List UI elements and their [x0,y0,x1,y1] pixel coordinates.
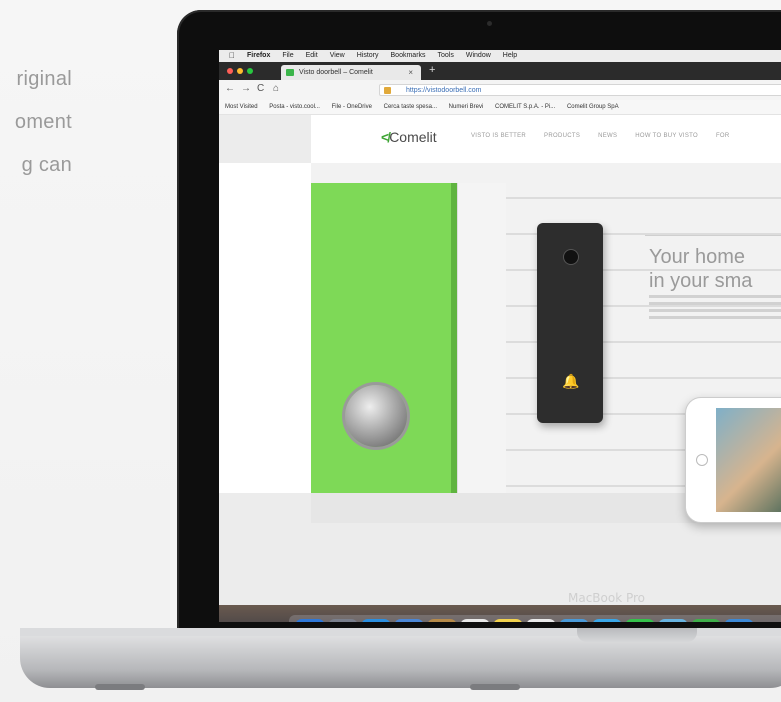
zoom-window-button[interactable] [247,68,253,74]
bookmark-item[interactable]: File - OneDrive [332,104,372,110]
bookmark-item[interactable]: Numeri Brevi [449,104,484,110]
apple-icon[interactable]:  [229,50,235,62]
dock: ☺✦◎✉▤18≡☰❁…▶⌖▮◆ [289,615,781,622]
site-nav-link[interactable]: FOR [716,133,730,139]
bell-icon: 🔔 [562,373,580,389]
headline-line: in your sma [649,270,753,292]
home-button-icon [696,454,708,466]
paragraph-line: oment [14,111,72,133]
menu-item[interactable]: Bookmarks [391,50,426,62]
site-nav-link[interactable]: HOW TO BUY VISTO [635,133,698,139]
calendar-icon[interactable]: 18 [460,619,490,622]
notes-icon[interactable]: ≡ [493,619,523,622]
site-header: ≮Comelit VISTO IS BETTER PRODUCTS NEWS H… [311,115,781,163]
address-text: https://vistodoorbell.com [406,87,482,94]
bookmark-item[interactable]: Comelit Group SpA [567,104,619,110]
facetime-icon[interactable]: ▶ [625,619,655,622]
webcam [487,21,492,26]
menu-item[interactable]: File [282,50,293,62]
browser-tab[interactable]: Visto doorbell – Comelit × [281,65,421,80]
tab-bar: Visto doorbell – Comelit × + [219,62,781,80]
laptop-screen:  Firefox File Edit View History Bookmar… [219,50,781,622]
smartphone-image [685,397,781,523]
safari-icon[interactable]: ◎ [361,619,391,622]
address-bar[interactable]: https://vistodoorbell.com [379,84,781,96]
cropped-paragraph: riginal oment g can [0,58,72,187]
back-button[interactable]: ← [225,83,235,94]
logo-text: Comelit [389,129,437,145]
family-photo [716,408,781,512]
door-frame [457,183,506,493]
menu-item[interactable]: History [357,50,379,62]
reload-button[interactable]: C [257,83,264,94]
hero-headline: Your home in your sma [649,245,752,293]
home-button[interactable]: ⌂ [273,83,279,94]
maps-icon[interactable]: ⌖ [658,619,688,622]
navigation-toolbar: ← → C ⌂ https://vistodoorbell.com [219,80,781,101]
doorbell-camera-icon [563,249,579,265]
lock-icon [384,87,391,94]
hero-paragraph [649,295,781,323]
paragraph-line: g can [21,154,72,176]
minimize-window-button[interactable] [237,68,243,74]
laptop-brand-label: MacBook Pro [568,591,646,605]
comelit-logo[interactable]: ≮Comelit [381,129,437,145]
bookmark-item[interactable]: Most Visited [225,104,258,110]
finder-icon[interactable]: ☺ [295,619,325,622]
laptop-foot [95,684,145,690]
laptop-lid-notch [577,628,697,642]
logo-mark-icon: ≮ [381,129,390,145]
bookmark-item[interactable]: Posta - visto.cool... [269,104,320,110]
site-nav-link[interactable]: VISTO IS BETTER [471,133,526,139]
reminders-icon[interactable]: ☰ [526,619,556,622]
menu-item[interactable]: Window [466,50,491,62]
website-viewport: ≮Comelit VISTO IS BETTER PRODUCTS NEWS H… [219,115,781,622]
site-nav-link[interactable]: PRODUCTS [544,133,580,139]
menu-item[interactable]: View [330,50,345,62]
laptop-foot [470,684,520,690]
bookmark-item[interactable]: COMELIT S.p.A. - Pi... [495,104,555,110]
menu-bar:  Firefox File Edit View History Bookmar… [219,50,781,62]
door-knob [345,385,407,447]
site-nav-link[interactable]: NEWS [598,133,617,139]
divider [645,235,781,236]
paragraph-line: riginal [16,68,72,90]
forward-button[interactable]: → [241,83,251,94]
launchpad-icon[interactable]: ✦ [328,619,358,622]
headline-line: Your home [649,246,745,268]
notebook-icon[interactable]: ▤ [427,619,457,622]
close-tab-icon[interactable]: × [408,65,413,80]
left-margin [219,163,311,493]
new-tab-button[interactable]: + [429,64,435,76]
numbers-icon[interactable]: ▮ [691,619,721,622]
video-doorbell-image: 🔔 [537,223,603,423]
mail-stamp-icon[interactable]: ✉ [394,619,424,622]
messages-icon[interactable]: … [592,619,622,622]
keynote-icon[interactable]: ◆ [724,619,754,622]
site-nav: VISTO IS BETTER PRODUCTS NEWS HOW TO BUY… [471,133,746,139]
tab-title: Visto doorbell – Comelit [299,69,373,76]
bookmark-item[interactable]: Cerca taste spesa... [384,104,437,110]
menu-item[interactable]: Edit [306,50,318,62]
bookmarks-bar: Most Visited Posta - visto.cool... File … [219,100,781,115]
menu-item[interactable]: Tools [438,50,454,62]
menu-item[interactable]: Help [503,50,517,62]
menu-app-name[interactable]: Firefox [247,50,270,62]
close-window-button[interactable] [227,68,233,74]
photos-icon[interactable]: ❁ [559,619,589,622]
favicon-icon [286,69,294,76]
